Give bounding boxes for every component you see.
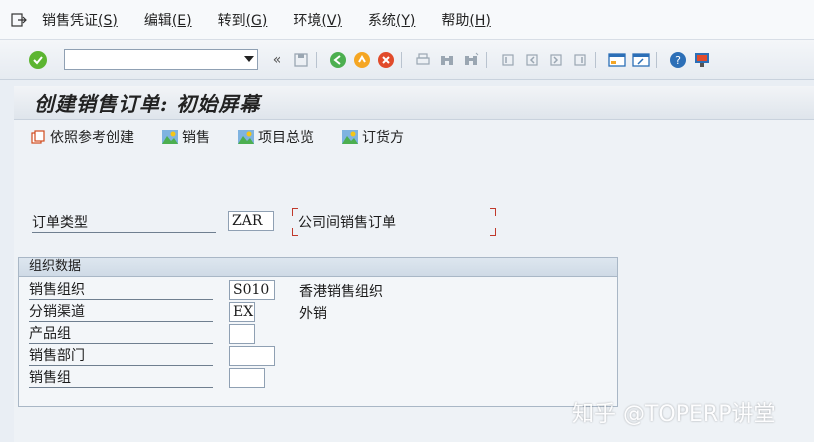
create-session-icon[interactable]	[608, 51, 626, 69]
back-icon[interactable]	[329, 51, 347, 69]
order-type-description: 公司间销售订单	[292, 208, 496, 236]
customize-layout-icon[interactable]	[693, 51, 711, 69]
distribution-channel-label: 分销渠道	[29, 303, 213, 322]
item-overview-label: 项目总览	[258, 130, 314, 146]
distribution-channel-field[interactable]: EX	[229, 302, 255, 322]
sold-to-party-button[interactable]: 订货方	[342, 127, 404, 147]
shortcut-icon[interactable]	[632, 51, 650, 69]
command-input[interactable]	[65, 50, 235, 69]
order-type-field[interactable]: ZAR	[228, 211, 274, 231]
toolbar-separator	[656, 51, 657, 68]
menu-edit[interactable]: 编辑(E)	[144, 10, 192, 30]
menu-environment[interactable]: 环境(V)	[293, 10, 342, 30]
sales-org-label: 销售组织	[29, 281, 213, 300]
mountain-landscape-icon	[238, 129, 254, 145]
toolbar-separator	[486, 51, 487, 68]
first-page-icon[interactable]	[499, 51, 517, 69]
watermark: 知乎 @TOPERP讲堂	[572, 402, 776, 427]
title-bar: 创建销售订单: 初始屏幕	[14, 86, 814, 120]
menu-goto[interactable]: 转到(G)	[218, 10, 268, 30]
sales-group-label: 销售组	[29, 369, 213, 388]
mountain-landscape-icon	[342, 129, 358, 145]
sold-to-party-label: 订货方	[362, 130, 404, 146]
menu-help[interactable]: 帮助(H)	[441, 10, 490, 30]
distribution-channel-description: 外销	[299, 306, 327, 322]
bracket-mark	[490, 208, 496, 216]
application-toolbar: 依照参考创建 销售 项目总览 订货方	[14, 120, 814, 154]
find-icon[interactable]	[438, 51, 456, 69]
create-with-reference-label: 依照参考创建	[50, 130, 134, 146]
sales-label: 销售	[182, 130, 210, 146]
exit-icon[interactable]	[353, 51, 371, 69]
item-overview-button[interactable]: 项目总览	[238, 127, 314, 147]
document-icon	[30, 129, 46, 145]
menu-system[interactable]: 系统(Y)	[368, 10, 415, 30]
sales-office-field[interactable]	[229, 346, 275, 366]
history-back-icon[interactable]: «	[268, 51, 286, 69]
division-field[interactable]	[229, 324, 255, 344]
cancel-icon[interactable]	[377, 51, 395, 69]
help-icon[interactable]: ?	[669, 51, 687, 69]
next-page-icon[interactable]	[547, 51, 565, 69]
sales-button[interactable]: 销售	[162, 127, 210, 147]
print-icon[interactable]	[414, 51, 432, 69]
page-title: 创建销售订单: 初始屏幕	[34, 92, 261, 116]
sales-office-label: 销售部门	[29, 347, 213, 366]
last-page-icon[interactable]	[571, 51, 589, 69]
order-type-label: 订单类型	[32, 214, 216, 233]
org-data-group: 组织数据 销售组织 S010 香港销售组织 分销渠道 EX 外销 产品组 销售部…	[18, 257, 618, 407]
toolbar-separator	[401, 51, 402, 68]
menu-sales-document[interactable]: 销售凭证(S)	[42, 10, 118, 30]
chevron-down-icon[interactable]	[244, 56, 254, 62]
order-type-description-text: 公司间销售订单	[298, 215, 396, 231]
org-data-header: 组织数据	[19, 258, 617, 277]
enter-check-icon[interactable]	[29, 50, 47, 69]
sales-org-field[interactable]: S010	[229, 280, 275, 300]
standard-toolbar: « ?	[0, 40, 814, 80]
menu-bar: 销售凭证(S) 编辑(E) 转到(G) 环境(V) 系统(Y) 帮助(H)	[0, 0, 814, 40]
previous-page-icon[interactable]	[523, 51, 541, 69]
toolbar-separator	[316, 51, 317, 68]
save-icon[interactable]	[292, 51, 310, 69]
find-next-icon[interactable]	[462, 51, 480, 69]
mountain-landscape-icon	[162, 129, 178, 145]
create-with-reference-button[interactable]: 依照参考创建	[30, 127, 134, 147]
svg-text:?: ?	[675, 54, 681, 67]
division-label: 产品组	[29, 325, 213, 344]
sales-group-field[interactable]	[229, 368, 265, 388]
bracket-mark	[490, 228, 496, 236]
exit-menu-icon[interactable]	[8, 9, 30, 31]
toolbar-separator	[595, 51, 596, 68]
command-field[interactable]	[64, 49, 258, 70]
sales-org-description: 香港销售组织	[299, 284, 383, 300]
